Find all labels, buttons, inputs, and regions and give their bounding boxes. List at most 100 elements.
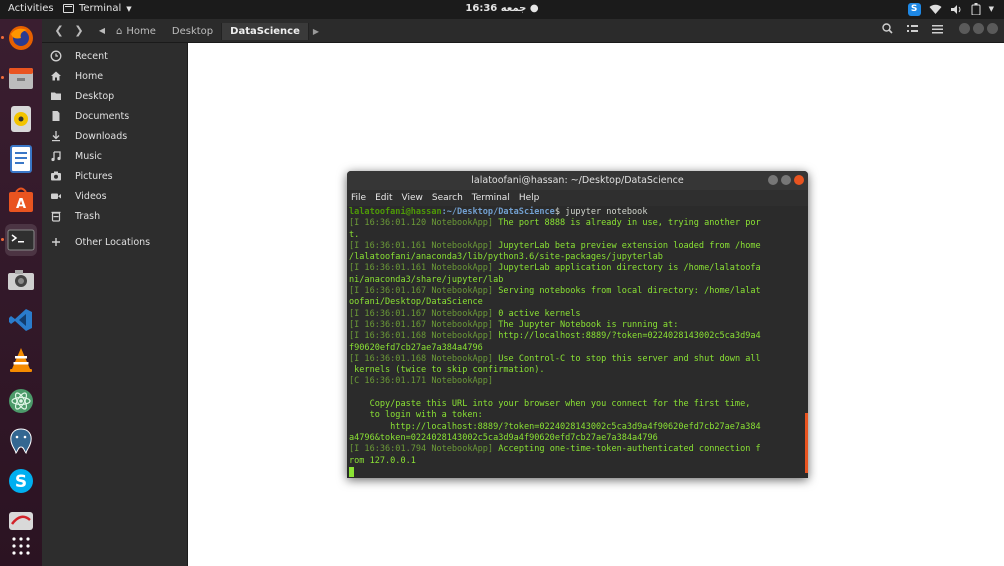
camera-icon	[51, 171, 61, 181]
back-button[interactable]: ❮	[51, 23, 67, 39]
output-line: to login with a token:	[349, 410, 808, 421]
dock-vscode[interactable]	[5, 304, 37, 336]
crumb-desktop[interactable]: Desktop	[164, 23, 221, 40]
view-options-icon[interactable]	[907, 24, 918, 34]
terminal-menubar: File Edit View Search Terminal Help	[347, 190, 808, 206]
sidebar-item-desktop[interactable]: Desktop	[42, 86, 188, 106]
maximize-button[interactable]	[973, 23, 984, 34]
minimize-button[interactable]	[959, 23, 970, 34]
dock-vlc[interactable]	[5, 344, 37, 376]
show-apps-icon	[12, 537, 30, 555]
log-text: t.	[349, 229, 360, 240]
atom-icon	[9, 389, 33, 413]
sidebar-item-recent[interactable]: Recent	[42, 46, 188, 66]
sidebar-item-label: Other Locations	[75, 236, 151, 248]
output-lines: [I 16:36:01.120 NotebookApp] The port 88…	[349, 218, 808, 467]
terminal-titlebar[interactable]: lalatoofani@hassan: ~/Desktop/DataScienc…	[347, 171, 808, 190]
wifi-icon[interactable]	[929, 4, 942, 15]
dock-postgres[interactable]	[5, 425, 37, 457]
sidebar-item-documents[interactable]: Documents	[42, 106, 188, 126]
dock-camera[interactable]	[5, 264, 37, 296]
sidebar-item-label: Downloads	[75, 130, 128, 142]
log-text: Copy/paste this URL into your browser wh…	[349, 399, 751, 410]
output-line: [I 16:36:01.168 NotebookApp] Use Control…	[349, 354, 808, 365]
sidebar-item-trash[interactable]: Trash	[42, 206, 188, 226]
menu-edit[interactable]: Edit	[375, 193, 392, 203]
output-line: [I 16:36:01.167 NotebookApp] The Jupyter…	[349, 320, 808, 331]
forward-button[interactable]: ❯	[71, 23, 87, 39]
log-text: 0 active kernels	[493, 308, 581, 319]
terminal-icon	[7, 229, 35, 251]
camera-icon	[8, 270, 34, 290]
sidebar-item-music[interactable]: Music	[42, 146, 188, 166]
terminal-icon	[63, 4, 74, 13]
search-icon[interactable]	[882, 23, 893, 34]
prompt-command: $ jupyter notebook	[554, 207, 648, 217]
menu-help[interactable]: Help	[519, 193, 540, 203]
output-line: oofani/Desktop/DataScience	[349, 297, 808, 308]
output-line: [I 16:36:01.168 NotebookApp] http://loca…	[349, 331, 808, 342]
sidebar-item-label: Home	[75, 70, 104, 82]
dock-software[interactable]: A	[5, 184, 37, 216]
log-text: Serving notebooks from local directory: …	[493, 286, 761, 297]
clock[interactable]: 16:36 جمعه ●	[0, 3, 1004, 14]
prompt-user: lalatoofani@hassan	[349, 207, 442, 217]
dock-writer[interactable]	[5, 143, 37, 175]
menu-file[interactable]: File	[351, 193, 366, 203]
dock-atom[interactable]	[5, 385, 37, 417]
show-applications-button[interactable]	[5, 530, 37, 562]
terminal-maximize-button[interactable]	[781, 175, 791, 185]
activities-button[interactable]: Activities	[8, 3, 54, 14]
terminal-close-button[interactable]	[794, 175, 804, 185]
app-menu[interactable]: Terminal ▼	[63, 3, 132, 14]
terminal-output[interactable]: lalatoofani@hassan:~/Desktop/DataScience…	[347, 206, 808, 478]
chevron-down-icon[interactable]: ▼	[989, 2, 994, 16]
files-icon	[9, 68, 33, 89]
menu-search[interactable]: Search	[432, 193, 463, 203]
dock-skype[interactable]: S	[5, 465, 37, 497]
sidebar-item-downloads[interactable]: Downloads	[42, 126, 188, 146]
chevron-down-icon: ▼	[126, 4, 132, 13]
terminal-scrollbar[interactable]	[805, 413, 808, 473]
window-controls	[959, 23, 998, 34]
sidebar-item-other-locations[interactable]: Other Locations	[42, 232, 188, 252]
app-menu-label: Terminal	[79, 3, 122, 14]
running-indicator	[1, 238, 4, 241]
log-tag: [I 16:36:01.167 NotebookApp]	[349, 286, 494, 297]
output-line: http://localhost:8889/?token=02240281430…	[349, 422, 808, 433]
log-tag: [I 16:36:01.167 NotebookApp]	[349, 308, 494, 319]
sidebar-item-label: Pictures	[75, 170, 113, 182]
battery-icon[interactable]	[971, 3, 981, 15]
crumb-home[interactable]: ⌂ Home	[108, 23, 164, 40]
path-right-button[interactable]: ▶	[309, 23, 323, 40]
places-sidebar: Recent Home Desktop Documents Downloads …	[42, 43, 188, 566]
sidebar-item-pictures[interactable]: Pictures	[42, 166, 188, 186]
sidebar-item-home[interactable]: Home	[42, 66, 188, 86]
terminal-minimize-button[interactable]	[768, 175, 778, 185]
log-text: The port 8888 is already in use, trying …	[493, 218, 761, 229]
log-text: to login with a token:	[349, 410, 483, 421]
close-button[interactable]	[987, 23, 998, 34]
output-line: a4796&token=0224028143002c5ca3d9a4f90620…	[349, 433, 808, 444]
dock-rhythmbox[interactable]	[5, 103, 37, 135]
crumb-current[interactable]: DataScience	[221, 23, 309, 40]
output-line: [I 16:36:01.167 NotebookApp] 0 active ke…	[349, 309, 808, 320]
sidebar-item-label: Documents	[75, 110, 130, 122]
dock-terminal[interactable]	[5, 224, 37, 256]
log-tag: [I 16:36:01.168 NotebookApp]	[349, 331, 494, 342]
menu-icon[interactable]	[932, 24, 943, 34]
log-text: http://localhost:8889/?token=02240281430…	[493, 331, 761, 342]
menu-view[interactable]: View	[402, 193, 423, 203]
sidebar-item-videos[interactable]: Videos	[42, 186, 188, 206]
log-tag: [I 16:36:01.167 NotebookApp]	[349, 319, 494, 330]
dock-firefox[interactable]	[5, 22, 37, 54]
system-tray[interactable]: S ▼	[907, 2, 994, 16]
cursor-line	[349, 466, 808, 478]
skype-tray-icon[interactable]: S	[907, 2, 921, 16]
dock-files[interactable]	[5, 62, 37, 94]
log-tag: [I 16:36:01.120 NotebookApp]	[349, 218, 494, 229]
volume-icon[interactable]	[950, 4, 963, 15]
output-line: [I 16:36:01.167 NotebookApp] Serving not…	[349, 286, 808, 297]
menu-terminal[interactable]: Terminal	[472, 193, 510, 203]
svg-text:A: A	[16, 197, 26, 212]
